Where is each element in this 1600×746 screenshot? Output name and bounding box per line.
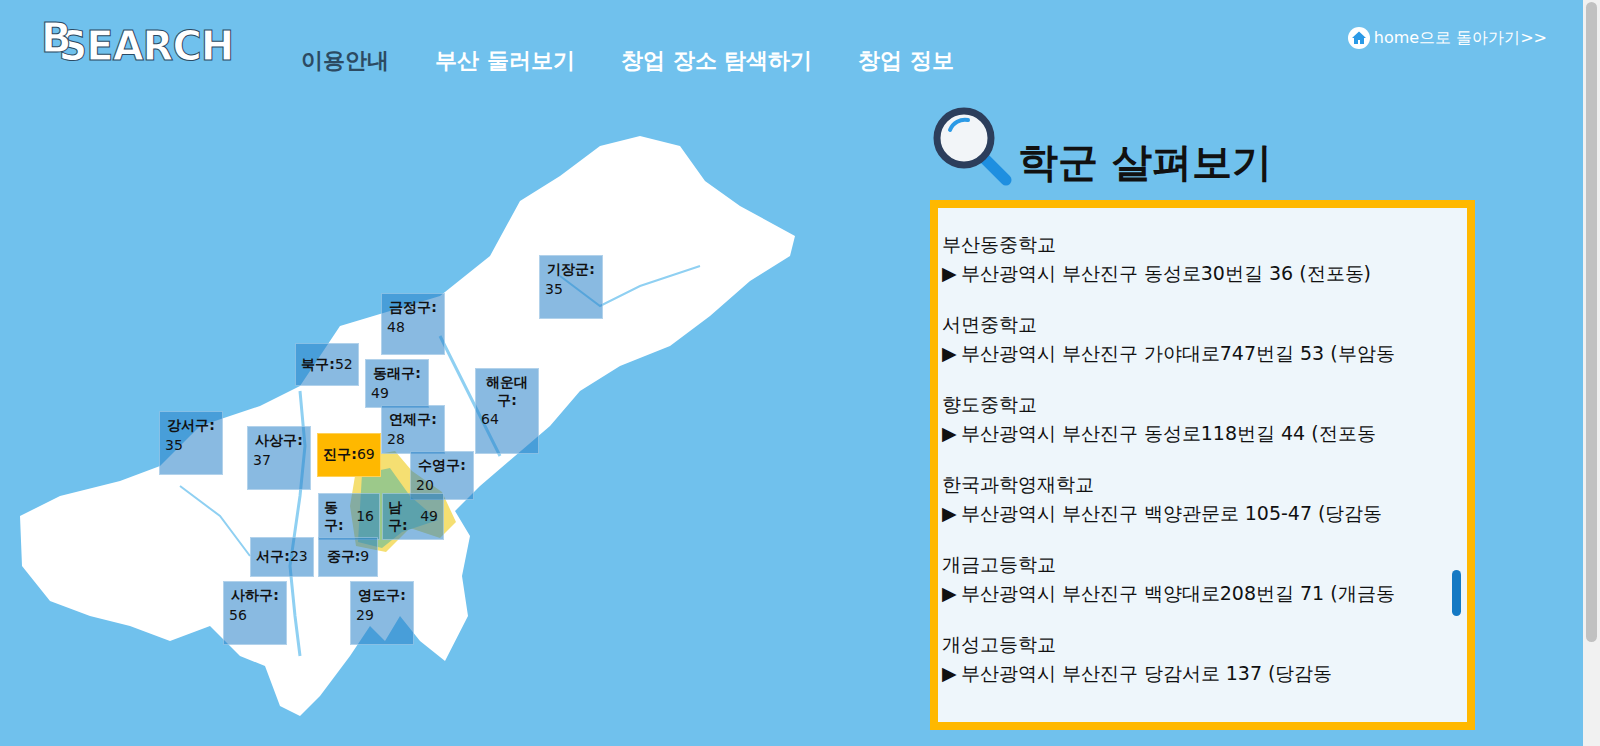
school-item[interactable]: 서면중학교▶부산광역시 부산진구 가야대로747번길 53 (부암동 xyxy=(942,310,1441,367)
district-name: 진구: xyxy=(323,446,357,464)
district-name: 기장군: xyxy=(545,261,597,279)
logo-first: B xyxy=(41,15,71,61)
logo-rest: SEARCH xyxy=(59,23,234,69)
district-count: 35 xyxy=(165,437,217,455)
district-box[interactable]: 영도구: 29 xyxy=(350,581,414,645)
busan-map: 기장군: 35 금정구: 48 북구:52 동래구: 49 해운대구: 64 연제구: 28 진구:6… xyxy=(0,96,900,736)
school-address-row: ▶부산광역시 부산진구 백양관문로 105-47 (당감동 xyxy=(942,499,1441,528)
school-address-row: ▶부산광역시 부산진구 당감서로 137 (당감동 xyxy=(942,659,1441,688)
school-list[interactable]: 부산동중학교▶부산광역시 부산진구 동성로30번길 36 (전포동)서면중학교▶… xyxy=(930,200,1475,730)
page-scrollbar[interactable] xyxy=(1583,0,1600,746)
school-address: 부산광역시 부산진구 동성로118번길 44 (전포동 xyxy=(961,419,1376,448)
district-name: 북구: xyxy=(301,356,335,374)
district-box[interactable]: 사상구: 37 xyxy=(247,426,311,490)
school-address: 부산광역시 부산진구 동성로30번길 36 (전포동) xyxy=(961,259,1371,288)
district-name: 강서구: xyxy=(165,417,217,435)
district-name: 사상구: xyxy=(253,432,305,450)
site-header: BSEARCH 이용안내 부산 둘러보기 창업 장소 탐색하기 창업 정보 home으… xyxy=(0,0,1583,96)
district-count: 29 xyxy=(356,607,408,625)
site-logo[interactable]: BSEARCH xyxy=(41,26,233,66)
district-count: 48 xyxy=(387,319,439,337)
district-count: 37 xyxy=(253,452,305,470)
school-address: 부산광역시 부산진구 백양관문로 105-47 (당감동 xyxy=(961,499,1383,528)
district-name: 연제구: xyxy=(387,411,439,429)
school-name: 서면중학교 xyxy=(942,310,1441,339)
nav-item[interactable]: 창업 정보 xyxy=(858,44,954,77)
district-box[interactable]: 중구:9 xyxy=(318,537,378,577)
district-box[interactable]: 동구:16 xyxy=(318,493,380,540)
arrow-icon: ▶ xyxy=(942,499,957,528)
scroll-thumb[interactable] xyxy=(1452,570,1461,616)
school-address-row: ▶부산광역시 부산진구 백양대로208번길 71 (개금동 xyxy=(942,579,1441,608)
arrow-icon: ▶ xyxy=(942,339,957,368)
district-name: 사하구: xyxy=(229,587,281,605)
district-name: 동래구: xyxy=(371,365,423,383)
arrow-icon: ▶ xyxy=(942,659,957,688)
district-box[interactable]: 진구:69 xyxy=(317,433,381,477)
magnifier-icon xyxy=(930,104,1014,188)
school-name: 부산동중학교 xyxy=(942,230,1441,259)
school-item[interactable]: 한국과학영재학교▶부산광역시 부산진구 백양관문로 105-47 (당감동 xyxy=(942,470,1441,527)
school-item[interactable]: 개금고등학교▶부산광역시 부산진구 백양대로208번길 71 (개금동 xyxy=(942,550,1441,607)
nav-item[interactable]: 창업 장소 탐색하기 xyxy=(621,44,812,77)
school-address: 부산광역시 부산진구 백양대로208번길 71 (개금동 xyxy=(961,579,1395,608)
main-nav: 이용안내 부산 둘러보기 창업 장소 탐색하기 창업 정보 xyxy=(301,44,954,77)
district-name: 중구: xyxy=(327,548,361,566)
district-box[interactable]: 동래구: 49 xyxy=(365,359,429,408)
district-count: 23 xyxy=(290,548,308,566)
nav-item[interactable]: 이용안내 xyxy=(301,44,389,77)
island-shape xyxy=(0,96,900,736)
arrow-icon: ▶ xyxy=(942,419,957,448)
district-box[interactable]: 해운대구: 64 xyxy=(475,368,539,454)
district-box[interactable]: 강서구: 35 xyxy=(159,411,223,475)
district-name: 남구: xyxy=(388,499,420,534)
nav-item[interactable]: 부산 둘러보기 xyxy=(435,44,575,77)
district-name: 수영구: xyxy=(416,457,468,475)
panel-title: 학군 살펴보기 xyxy=(1018,140,1272,184)
district-name: 해운대구: xyxy=(481,374,533,409)
arrow-icon: ▶ xyxy=(942,259,957,288)
district-count: 28 xyxy=(387,431,439,449)
district-count: 49 xyxy=(420,508,438,526)
district-box[interactable]: 금정구: 48 xyxy=(381,293,445,355)
school-address-row: ▶부산광역시 부산진구 동성로30번길 36 (전포동) xyxy=(942,259,1441,288)
district-count: 9 xyxy=(360,548,369,566)
district-count: 69 xyxy=(357,446,375,464)
school-address: 부산광역시 부산진구 당감서로 137 (당감동 xyxy=(961,659,1333,688)
district-box[interactable]: 사하구: 56 xyxy=(223,581,287,645)
district-box[interactable]: 남구:49 xyxy=(382,493,444,540)
district-name: 동구: xyxy=(324,499,356,534)
school-name: 개금고등학교 xyxy=(942,550,1441,579)
district-name: 영도구: xyxy=(356,587,408,605)
school-name: 향도중학교 xyxy=(942,390,1441,419)
district-box[interactable]: 서구:23 xyxy=(250,537,314,577)
school-item[interactable]: 향도중학교▶부산광역시 부산진구 동성로118번길 44 (전포동 xyxy=(942,390,1441,447)
district-name: 금정구: xyxy=(387,299,439,317)
school-item[interactable]: 부산동중학교▶부산광역시 부산진구 동성로30번길 36 (전포동) xyxy=(942,230,1441,287)
arrow-icon: ▶ xyxy=(942,579,957,608)
district-count: 52 xyxy=(335,356,353,374)
district-box[interactable]: 연제구: 28 xyxy=(381,405,445,454)
district-count: 49 xyxy=(371,385,423,403)
home-label: home으로 돌아가기>> xyxy=(1374,26,1547,50)
district-count: 16 xyxy=(356,508,374,526)
district-count: 35 xyxy=(545,281,597,299)
school-address: 부산광역시 부산진구 가야대로747번길 53 (부암동 xyxy=(961,339,1395,368)
district-box[interactable]: 기장군: 35 xyxy=(539,255,603,319)
home-link[interactable]: home으로 돌아가기>> xyxy=(1348,26,1547,50)
school-name: 개성고등학교 xyxy=(942,630,1441,659)
school-address-row: ▶부산광역시 부산진구 동성로118번길 44 (전포동 xyxy=(942,419,1441,448)
district-name: 서구: xyxy=(256,548,290,566)
district-count: 56 xyxy=(229,607,281,625)
district-count: 20 xyxy=(416,477,468,495)
page-scroll-thumb[interactable] xyxy=(1586,2,1597,642)
school-section: 학군 살펴보기 부산동중학교▶부산광역시 부산진구 동성로30번길 36 (전포… xyxy=(930,96,1475,746)
district-count: 64 xyxy=(481,411,533,429)
school-item[interactable]: 개성고등학교▶부산광역시 부산진구 당감서로 137 (당감동 xyxy=(942,630,1441,687)
school-address-row: ▶부산광역시 부산진구 가야대로747번길 53 (부암동 xyxy=(942,339,1441,368)
home-icon xyxy=(1348,27,1370,49)
school-name: 한국과학영재학교 xyxy=(942,470,1441,499)
district-box[interactable]: 북구:52 xyxy=(295,343,359,386)
